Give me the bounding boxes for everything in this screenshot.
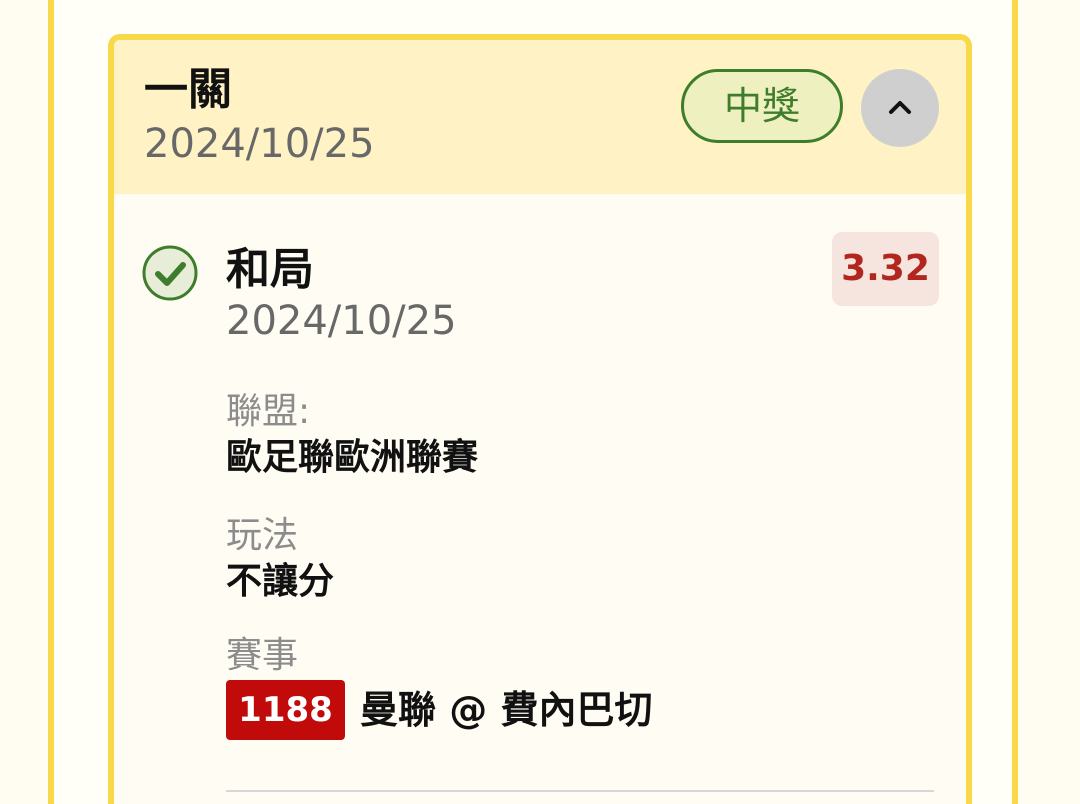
odds-badge: 3.32 (832, 232, 939, 306)
match-number-badge: 1188 (226, 680, 345, 740)
bet-type-label: 玩法 (226, 515, 299, 556)
bet-card: 一關 2024/10/25 中獎 和局 2024/10/25 3.32 聯盟: … (108, 34, 972, 804)
selection-result: 和局 (226, 244, 314, 295)
bet-type-value: 不讓分 (226, 561, 335, 602)
selection-date: 2024/10/25 (226, 298, 457, 344)
bet-date: 2024/10/25 (144, 121, 375, 167)
bet-type-title: 一關 (144, 64, 232, 115)
win-status-badge: 中獎 (681, 69, 843, 143)
selection-details: 和局 2024/10/25 3.32 聯盟: 歐足聯歐洲聯賽 玩法 不讓分 賽事… (114, 194, 966, 804)
league-value: 歐足聯歐洲聯賽 (226, 437, 479, 478)
match-label: 賽事 (226, 635, 299, 676)
section-divider (226, 790, 934, 792)
check-circle-icon (142, 245, 198, 301)
match-teams: 曼聯 @ 費內巴切 (360, 688, 653, 732)
chevron-up-icon (889, 101, 911, 114)
bet-detail-screen: 一關 2024/10/25 中獎 和局 2024/10/25 3.32 聯盟: … (0, 0, 1080, 804)
collapse-button[interactable] (861, 69, 939, 147)
bet-card-header[interactable]: 一關 2024/10/25 中獎 (114, 40, 966, 194)
league-label: 聯盟: (226, 391, 311, 432)
